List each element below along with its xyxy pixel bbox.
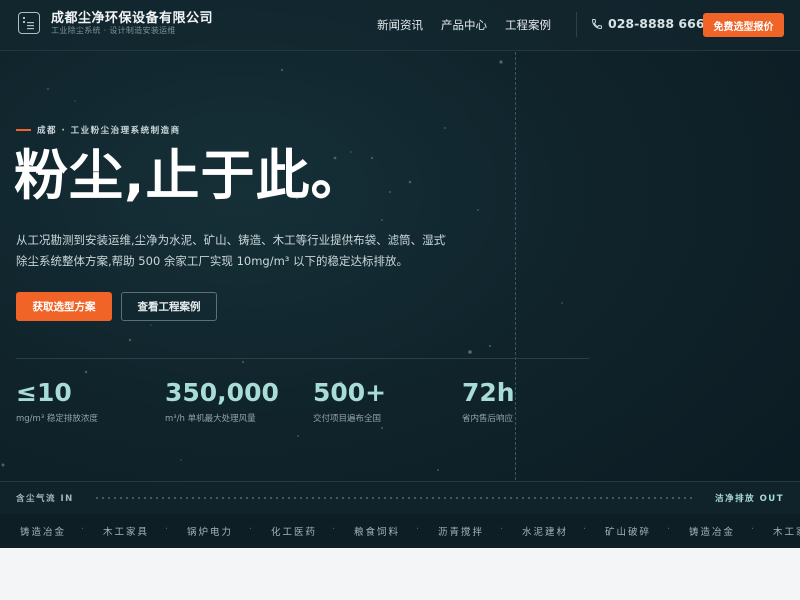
stat-airflow: 350,000 m³/h 单机最大处理风量 — [165, 378, 279, 424]
ticker-item: 木工家 — [773, 527, 800, 538]
filter-document-icon[interactable] — [18, 12, 40, 34]
flow-out-label: 洁净排放 OUT — [715, 494, 784, 504]
ticker-separator: · — [0, 524, 1, 535]
ticker-item: 水泥建材 — [522, 527, 569, 538]
header-divider — [576, 12, 577, 37]
nav-news[interactable]: 新闻资讯 — [377, 17, 423, 33]
ticker-item: 粮食饲料 — [354, 527, 401, 538]
brand-name[interactable]: 成都尘净环保设备有限公司 — [51, 7, 213, 26]
phone-icon — [591, 19, 602, 30]
ticker-item: 化工医药 — [271, 527, 318, 538]
hero-section: 成都尘净环保设备有限公司 工业除尘系统 · 设计制造安装运维 新闻资讯 产品中心… — [0, 0, 800, 548]
stat-value: 500+ — [313, 378, 387, 407]
ticker-separator: · — [751, 524, 755, 535]
brand-tagline: 工业除尘系统 · 设计制造安装运维 — [51, 26, 176, 35]
free-quote-button[interactable]: 免费选型报价 — [703, 13, 784, 37]
flow-dots — [94, 497, 694, 499]
stat-label: 省内售后响应 — [462, 414, 514, 424]
nav-products[interactable]: 产品中心 — [441, 17, 487, 33]
view-cases-button[interactable]: 查看工程案例 — [121, 292, 217, 321]
phone-number[interactable]: 028-8888 6666 — [608, 16, 713, 31]
nav-cases[interactable]: 工程案例 — [505, 17, 551, 33]
stat-emission: ≤10 mg/m³ 稳定排放浓度 — [16, 378, 98, 424]
stat-projects: 500+ 交付项目遍布全国 — [313, 378, 386, 424]
airflow-bar: 含尘气流 IN 洁净排放 OUT — [0, 481, 800, 515]
hero-description: 从工况勘测到安装运维,尘净为水泥、矿山、铸造、木工等行业提供布袋、滤筒、湿式除尘… — [16, 233, 446, 268]
stat-label: mg/m³ 稳定排放浓度 — [16, 414, 98, 424]
ticker-item: 沥青搅拌 — [438, 527, 485, 538]
stat-label: m³/h 单机最大处理风量 — [165, 414, 256, 424]
stat-response: 72h 省内售后响应 — [462, 378, 515, 424]
stat-value: ≤10 — [16, 378, 72, 407]
ticker-separator: · — [332, 524, 336, 535]
stat-value: 72h — [462, 378, 515, 407]
ticker-separator: · — [667, 524, 671, 535]
ticker-item: 木工家具 — [103, 527, 150, 538]
ticker-separator: · — [583, 524, 587, 535]
ticker-item: 铸造冶金 — [20, 527, 67, 538]
flow-in-label: 含尘气流 IN — [16, 494, 74, 504]
ticker-separator: · — [416, 524, 420, 535]
dust-particles — [1, 60, 563, 471]
hero-headline: 粉尘,止于此。 — [14, 144, 366, 207]
stats-divider — [16, 358, 589, 359]
ticker-item: 矿山破碎 — [605, 527, 652, 538]
ticker-separator: · — [500, 524, 504, 535]
get-solution-button[interactable]: 获取选型方案 — [16, 292, 112, 321]
ticker-item: 铸造冶金 — [689, 527, 736, 538]
vertical-guide-line — [515, 52, 516, 480]
industry-ticker: · 铸造冶金 · 木工家具 · 锅炉电力 · 化工医药 · 粮食饲料 · 沥青搅… — [0, 514, 800, 548]
ticker-separator: · — [165, 524, 169, 535]
eyebrow-accent-line — [16, 129, 31, 131]
ticker-separator: · — [81, 524, 85, 535]
stat-value: 350,000 — [165, 378, 279, 407]
top-header: 成都尘净环保设备有限公司 工业除尘系统 · 设计制造安装运维 新闻资讯 产品中心… — [0, 0, 800, 51]
stat-label: 交付项目遍布全国 — [313, 414, 382, 424]
ticker-item: 锅炉电力 — [187, 527, 234, 538]
hero-eyebrow: 成都 · 工业粉尘治理系统制造商 — [37, 126, 181, 136]
ticker-separator: · — [249, 524, 253, 535]
